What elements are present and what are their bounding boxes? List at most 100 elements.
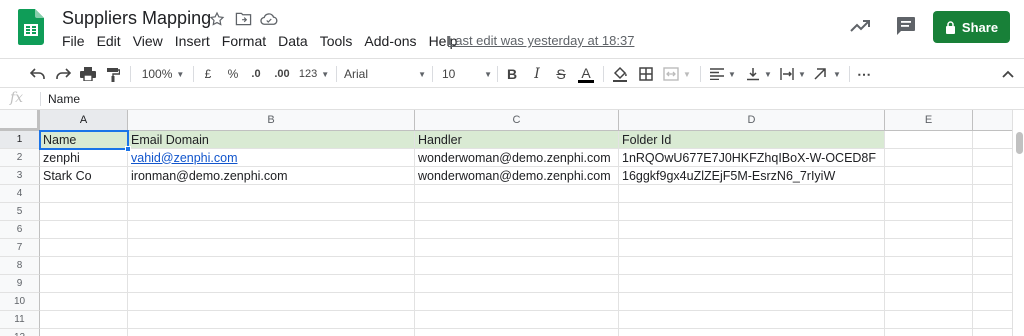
cell[interactable] bbox=[128, 275, 415, 293]
column-header-d[interactable]: D bbox=[619, 110, 885, 131]
header-cell[interactable]: Folder Id bbox=[619, 131, 885, 149]
cell[interactable] bbox=[415, 221, 619, 239]
bold-button[interactable]: B bbox=[503, 63, 521, 85]
cell[interactable] bbox=[619, 185, 885, 203]
cell[interactable] bbox=[885, 257, 973, 275]
column-header-extra[interactable] bbox=[973, 110, 1012, 131]
undo-icon[interactable] bbox=[28, 63, 48, 85]
cell[interactable] bbox=[40, 257, 128, 275]
cell[interactable] bbox=[128, 311, 415, 329]
cell[interactable] bbox=[40, 293, 128, 311]
data-cell[interactable]: Stark Co bbox=[40, 167, 128, 185]
vertical-scrollbar[interactable] bbox=[1012, 110, 1024, 336]
cell[interactable] bbox=[415, 203, 619, 221]
menu-edit[interactable]: Edit bbox=[91, 33, 127, 49]
cell[interactable] bbox=[973, 275, 1012, 293]
cell[interactable] bbox=[973, 311, 1012, 329]
text-wrapping-icon[interactable]: ▼ bbox=[778, 63, 808, 85]
cell[interactable] bbox=[40, 221, 128, 239]
fill-color-icon[interactable] bbox=[610, 63, 630, 85]
column-header-e[interactable]: E bbox=[885, 110, 973, 131]
menu-data[interactable]: Data bbox=[272, 33, 314, 49]
column-header-c[interactable]: C bbox=[415, 110, 619, 131]
cell[interactable] bbox=[415, 293, 619, 311]
cell[interactable] bbox=[619, 311, 885, 329]
data-cell[interactable]: ironman@demo.zenphi.com bbox=[128, 167, 415, 185]
cell[interactable] bbox=[619, 293, 885, 311]
cell[interactable] bbox=[973, 221, 1012, 239]
vertical-align-icon[interactable]: ▼ bbox=[744, 63, 774, 85]
column-header-a[interactable]: A bbox=[40, 110, 128, 131]
cell[interactable] bbox=[973, 185, 1012, 203]
strikethrough-button[interactable]: S bbox=[552, 63, 570, 85]
cell[interactable] bbox=[885, 131, 973, 149]
scrollbar-thumb[interactable] bbox=[1016, 132, 1023, 154]
cell[interactable] bbox=[619, 275, 885, 293]
cell[interactable] bbox=[885, 239, 973, 257]
select-all-corner[interactable] bbox=[0, 110, 40, 131]
currency-format-button[interactable]: £ bbox=[200, 63, 216, 85]
cell[interactable] bbox=[415, 329, 619, 336]
sheets-logo-icon[interactable] bbox=[18, 9, 44, 45]
cell[interactable] bbox=[128, 185, 415, 203]
move-folder-icon[interactable] bbox=[232, 8, 254, 30]
cell[interactable] bbox=[415, 311, 619, 329]
cell[interactable] bbox=[619, 239, 885, 257]
cell[interactable] bbox=[885, 185, 973, 203]
cell[interactable] bbox=[40, 275, 128, 293]
cell[interactable] bbox=[885, 203, 973, 221]
increase-decimals-button[interactable]: .00 bbox=[270, 63, 294, 85]
row-header[interactable]: 5 bbox=[0, 203, 40, 221]
cell[interactable] bbox=[415, 257, 619, 275]
cell[interactable] bbox=[885, 293, 973, 311]
column-header-b[interactable]: B bbox=[128, 110, 415, 131]
row-header[interactable]: 10 bbox=[0, 293, 40, 311]
more-formats-button[interactable]: 123 ▼ bbox=[298, 63, 330, 85]
cell[interactable] bbox=[415, 275, 619, 293]
text-color-button[interactable]: A bbox=[576, 63, 596, 85]
formula-input[interactable]: Name bbox=[48, 92, 80, 106]
cell[interactable] bbox=[619, 257, 885, 275]
cell[interactable] bbox=[128, 239, 415, 257]
cell[interactable] bbox=[973, 203, 1012, 221]
cell[interactable] bbox=[885, 221, 973, 239]
print-icon[interactable] bbox=[78, 63, 98, 85]
row-header[interactable]: 3 bbox=[0, 167, 40, 185]
fill-handle[interactable] bbox=[125, 146, 131, 152]
text-rotation-icon[interactable]: ▼ bbox=[812, 63, 842, 85]
star-icon[interactable] bbox=[206, 8, 228, 30]
merge-cells-icon[interactable]: ▼ bbox=[662, 63, 692, 85]
font-size-select[interactable]: 10 ▼ bbox=[442, 63, 492, 85]
data-cell[interactable]: 1nRQOwU677E7J0HKFZhqIBoX-W-OCED8F bbox=[619, 149, 885, 167]
row-header[interactable]: 2 bbox=[0, 149, 40, 167]
data-cell[interactable]: zenphi bbox=[40, 149, 128, 167]
cell[interactable] bbox=[619, 203, 885, 221]
more-options-icon[interactable]: ⋯ bbox=[855, 63, 873, 85]
header-cell[interactable]: Handler bbox=[415, 131, 619, 149]
row-header[interactable]: 7 bbox=[0, 239, 40, 257]
row-header[interactable]: 12 bbox=[0, 329, 40, 336]
row-header[interactable]: 9 bbox=[0, 275, 40, 293]
decrease-decimals-button[interactable]: .0 bbox=[246, 63, 266, 85]
menu-format[interactable]: Format bbox=[216, 33, 272, 49]
zoom-select[interactable]: 100% ▼ bbox=[138, 63, 188, 85]
cell[interactable] bbox=[973, 131, 1012, 149]
cell[interactable] bbox=[128, 293, 415, 311]
paint-format-icon[interactable] bbox=[103, 63, 123, 85]
cell[interactable] bbox=[885, 167, 973, 185]
row-header[interactable]: 8 bbox=[0, 257, 40, 275]
row-header[interactable]: 4 bbox=[0, 185, 40, 203]
header-cell[interactable]: Email Domain bbox=[128, 131, 415, 149]
cell[interactable] bbox=[40, 185, 128, 203]
cell[interactable] bbox=[128, 257, 415, 275]
comment-icon[interactable] bbox=[894, 14, 918, 38]
menu-tools[interactable]: Tools bbox=[314, 33, 359, 49]
cell[interactable] bbox=[40, 311, 128, 329]
font-family-select[interactable]: Arial ▼ bbox=[344, 63, 426, 85]
menu-view[interactable]: View bbox=[127, 33, 169, 49]
cell[interactable] bbox=[973, 257, 1012, 275]
cell[interactable] bbox=[40, 203, 128, 221]
data-cell[interactable]: wonderwoman@demo.zenphi.com bbox=[415, 149, 619, 167]
cell[interactable] bbox=[415, 185, 619, 203]
cell[interactable] bbox=[973, 149, 1012, 167]
